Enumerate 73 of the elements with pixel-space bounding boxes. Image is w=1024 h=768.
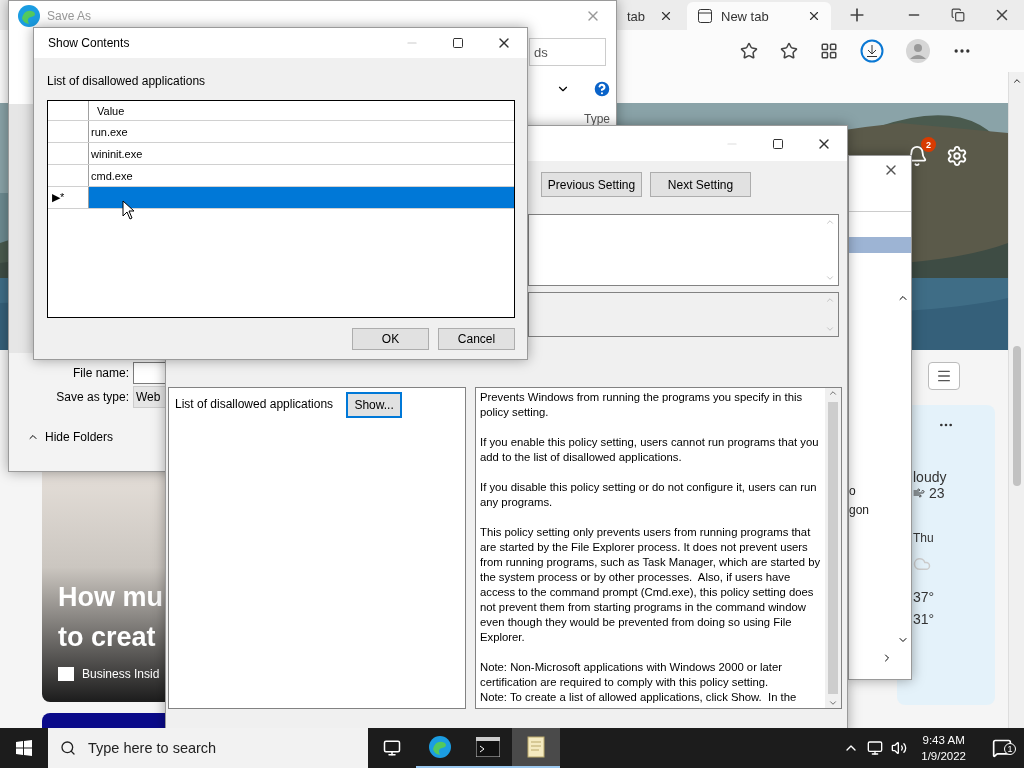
- wind-speed: 23: [929, 485, 945, 501]
- notification-count: 1: [1004, 743, 1016, 755]
- scrollbar[interactable]: [825, 388, 841, 708]
- menu-icon: [936, 368, 952, 384]
- column-header[interactable]: Type: [584, 112, 616, 128]
- search-icon: [60, 740, 76, 756]
- option-label: List of disallowed applications: [175, 397, 334, 411]
- news-headline: How mu: [58, 581, 164, 614]
- close-icon[interactable]: [807, 9, 821, 23]
- help-paragraph: Prevents Windows from running the programs you specify in this policy setting.: [480, 390, 804, 420]
- taskbar-app[interactable]: [512, 728, 560, 768]
- list-text: gon: [849, 503, 870, 517]
- selected-row: [849, 237, 911, 253]
- hide-folders-button[interactable]: Hide Folders: [21, 429, 121, 445]
- browser-tab[interactable]: New tab: [687, 2, 831, 30]
- help-paragraph: This policy setting only prevents users from running programs that are started by the File Explorer process. It does not prevent users from running programs, such as Task Manager, which are started by the system process or by other processes. Also, if users have access to the command prompt (Cmd.exe), this policy setting does not prevent them from starting programs in the command window even though they would be prevented from doing so using File Explorer.: [480, 525, 821, 645]
- help-icon[interactable]: [592, 78, 612, 99]
- restore-icon[interactable]: [951, 8, 965, 22]
- field-label: File name:: [71, 366, 129, 380]
- low-temperature: 31°: [913, 611, 936, 627]
- taskbar-search-field[interactable]: Type here to search: [48, 728, 368, 768]
- layout-button[interactable]: [928, 362, 960, 390]
- edge-icon: [428, 735, 452, 759]
- task-view-icon[interactable]: [383, 739, 401, 757]
- help-paragraph: If you enable this policy setting, users cannot run programs that you add to the list of disallowed applications.: [480, 435, 820, 465]
- value-cell[interactable]: [89, 187, 514, 208]
- nav-button[interactable]: Previous Setting: [541, 172, 642, 197]
- nav-button[interactable]: Next Setting: [650, 172, 751, 197]
- edge-icon: [17, 4, 41, 28]
- terminal-icon: [476, 737, 500, 757]
- notifications-icon[interactable]: [992, 738, 1012, 758]
- avatar-icon[interactable]: [906, 39, 930, 63]
- search-field[interactable]: ds: [529, 38, 606, 66]
- add-favorite-icon[interactable]: [740, 42, 758, 60]
- dialog-button[interactable]: OK: [352, 328, 429, 350]
- mouse-cursor-icon: [122, 200, 135, 220]
- scroll-up-icon[interactable]: [828, 388, 838, 398]
- scroll-icon: [526, 735, 546, 759]
- help-paragraph: Note: Non-Microsoft applications with Windows 2000 or later certification are required to comply with this policy setting. Note: To create a list of allowed applications, click Show. In the: [480, 660, 798, 705]
- news-source: Business Insid: [82, 667, 160, 681]
- column-header: Value: [96, 103, 126, 119]
- browser-tab[interactable]: tab: [617, 2, 683, 30]
- maximize-icon[interactable]: [452, 37, 464, 49]
- scroll-thumb[interactable]: [1012, 346, 1021, 486]
- volume-icon[interactable]: [891, 740, 908, 756]
- news-headline: to creat: [58, 621, 157, 654]
- window-title: Save As: [47, 9, 93, 23]
- wind-icon: [913, 487, 925, 499]
- cloud-icon: [913, 555, 931, 573]
- scroll-down-icon[interactable]: [828, 698, 838, 708]
- download-icon[interactable]: [860, 39, 884, 63]
- source-logo-icon: [58, 667, 74, 681]
- scrollbar[interactable]: [1008, 72, 1024, 728]
- tab-page-icon: [697, 8, 713, 24]
- field-label: Save as type:: [55, 390, 129, 404]
- network-icon[interactable]: [867, 740, 884, 756]
- forecast-day: Thu: [913, 531, 995, 545]
- dialog-button[interactable]: Cancel: [438, 328, 515, 350]
- favorites-icon[interactable]: [780, 42, 798, 60]
- help-paragraph: If you disable this policy setting or do not configure it, users can run any programs.: [480, 480, 818, 510]
- collections-icon[interactable]: [820, 42, 838, 60]
- list-text: o: [849, 484, 856, 498]
- list-label: List of disallowed applications: [47, 74, 207, 88]
- clock[interactable]: 9:43 AM 1/9/2022: [915, 732, 972, 764]
- weather-condition: loudy: [913, 469, 948, 485]
- scroll-up-icon[interactable]: [1011, 76, 1022, 86]
- settings-icon[interactable]: [946, 145, 968, 167]
- maximize-icon[interactable]: [772, 137, 784, 150]
- windows-logo-icon[interactable]: [16, 740, 32, 756]
- show-button[interactable]: Show...: [347, 393, 402, 417]
- close-icon[interactable]: [659, 9, 673, 23]
- high-temperature: 37°: [913, 589, 936, 605]
- window-title: Show Contents: [48, 36, 131, 50]
